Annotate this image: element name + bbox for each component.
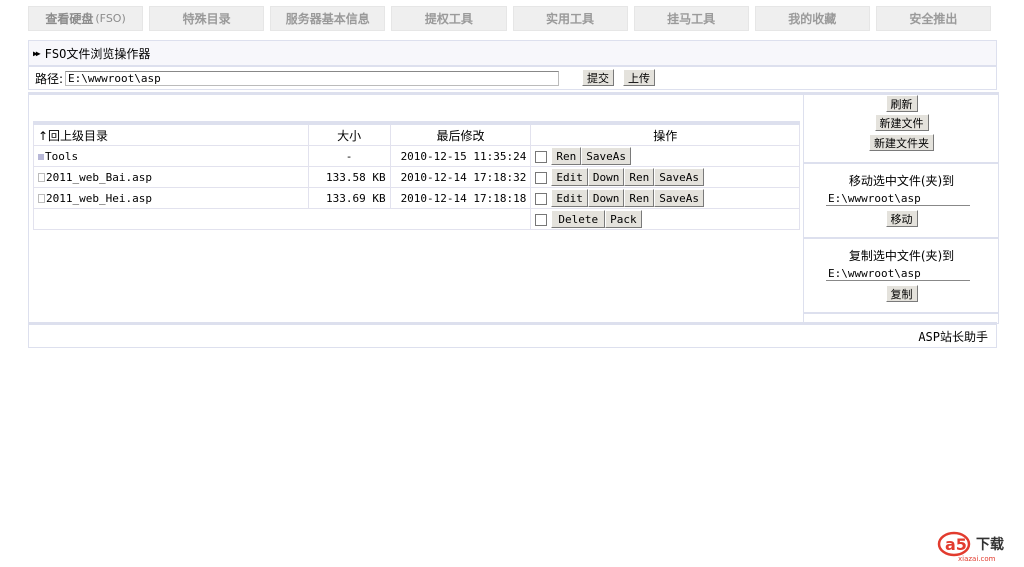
file-icon [38,173,45,182]
a5-logo-icon: a5 下载 xiazai.com [937,531,1004,563]
panel-header: ▶▶ FSO文件浏览操作器 [28,40,997,66]
file-size: 133.58 KB [307,166,391,188]
path-input[interactable] [65,70,560,86]
move-button[interactable]: 移动 [885,210,918,227]
saveas-button[interactable]: SaveAs [654,168,705,186]
bulk-ops-cell: Delete Pack [530,208,800,230]
file-modified: 2010-12-14 17:18:32 [389,166,532,188]
row-checkbox[interactable] [535,150,548,163]
down-button[interactable]: Down [587,168,625,186]
folder-icon [38,153,44,160]
file-manager-main: ↑回上级目录 大小 最后修改 操作 Tools - 2010-12-15 11:… [28,92,999,324]
path-bar: 路径: 提交 上传 [28,66,997,90]
column-header-modified: 最后修改 [389,122,532,146]
file-table: ↑回上级目录 大小 最后修改 操作 Tools - 2010-12-15 11:… [32,121,800,230]
saveas-button[interactable]: SaveAs [581,147,632,165]
pack-button[interactable]: Pack [605,210,642,228]
column-header-ops: 操作 [530,122,800,146]
tab-utility-tools[interactable]: 实用工具 [512,6,628,31]
panel-title: FSO文件浏览操作器 [44,46,151,61]
actions-sidebar: 刷新 新建文件 新建文件夹 移动选中文件(夹)到 移动 复制选中文件(夹)到 复… [803,95,999,323]
file-modified: 2010-12-15 11:35:24 [389,145,532,167]
footer-text: ASP站长助手 [918,329,988,344]
ops-cell: Ren SaveAs [530,145,800,167]
ops-cell: Edit Down Ren SaveAs [530,166,800,188]
watermark-logo: a5 下载 xiazai.com [936,530,1016,564]
double-arrow-icon: ▶▶ [33,48,41,58]
footer: ASP站长助手 [28,322,997,348]
ops-cell: Edit Down Ren SaveAs [530,187,800,209]
file-modified: 2010-12-14 17:18:18 [389,187,532,209]
file-size: 133.69 KB [307,187,391,209]
ren-button[interactable]: Ren [551,147,582,165]
copy-title: 复制选中文件(夹)到 [848,249,955,263]
edit-button[interactable]: Edit [551,189,588,207]
table-header-row: ↑回上级目录 大小 最后修改 操作 [33,122,800,146]
move-title: 移动选中文件(夹)到 [848,174,955,188]
move-target-input[interactable] [826,191,970,206]
path-label: 路径: [35,71,64,86]
move-section: 移动选中文件(夹)到 移动 [804,164,999,239]
file-size: - [307,145,391,167]
tab-view-disk[interactable]: 查看硬盘 (FSO) [28,6,144,31]
tab-favorites[interactable]: 我的收藏 [754,6,870,31]
copy-target-input[interactable] [826,266,970,281]
table-row: 2011_web_Bai.asp 133.58 KB 2010-12-14 17… [33,166,800,188]
tab-special-dirs[interactable]: 特殊目录 [149,6,265,31]
file-name-cell[interactable]: 2011_web_Hei.asp [33,187,309,209]
column-header-size: 大小 [307,122,391,146]
new-file-button[interactable]: 新建文件 [874,114,929,131]
create-section: 刷新 新建文件 新建文件夹 [804,95,999,164]
table-row: Tools - 2010-12-15 11:35:24 Ren SaveAs [33,145,800,167]
file-name-cell[interactable]: 2011_web_Bai.asp [33,166,309,188]
copy-button[interactable]: 复制 [885,285,918,302]
file-name-cell[interactable]: Tools [33,145,309,167]
saveas-button[interactable]: SaveAs [654,189,705,207]
down-button[interactable]: Down [587,189,625,207]
delete-button[interactable]: Delete [551,210,606,228]
refresh-button[interactable]: 刷新 [885,95,918,112]
submit-button[interactable]: 提交 [582,69,614,86]
tab-privilege-tools[interactable]: 提权工具 [391,6,507,31]
tab-server-info[interactable]: 服务器基本信息 [270,6,386,31]
tab-trojan-tools[interactable]: 挂马工具 [633,6,749,31]
ren-button[interactable]: Ren [624,189,655,207]
ren-button[interactable]: Ren [624,168,655,186]
upload-button[interactable]: 上传 [623,69,655,86]
parent-dir-link[interactable]: ↑回上级目录 [33,122,309,146]
top-nav: 查看硬盘 (FSO) 特殊目录 服务器基本信息 提权工具 实用工具 挂马工具 我的… [28,6,991,31]
table-row: 2011_web_Hei.asp 133.69 KB 2010-12-14 17… [33,187,800,209]
logo-label: 下载 [976,536,1004,553]
copy-section: 复制选中文件(夹)到 复制 [804,239,999,314]
select-all-checkbox[interactable] [535,213,548,226]
row-checkbox[interactable] [535,192,548,205]
bulk-actions-row: Delete Pack [32,208,800,230]
logo-site: xiazai.com [958,555,996,563]
tab-logout[interactable]: 安全推出 [875,6,991,31]
row-checkbox[interactable] [535,171,548,184]
new-folder-button[interactable]: 新建文件夹 [869,134,934,151]
edit-button[interactable]: Edit [551,168,588,186]
file-icon [38,194,45,203]
file-list-area: ↑回上级目录 大小 最后修改 操作 Tools - 2010-12-15 11:… [29,95,803,323]
logo-mark: a5 [945,535,967,554]
